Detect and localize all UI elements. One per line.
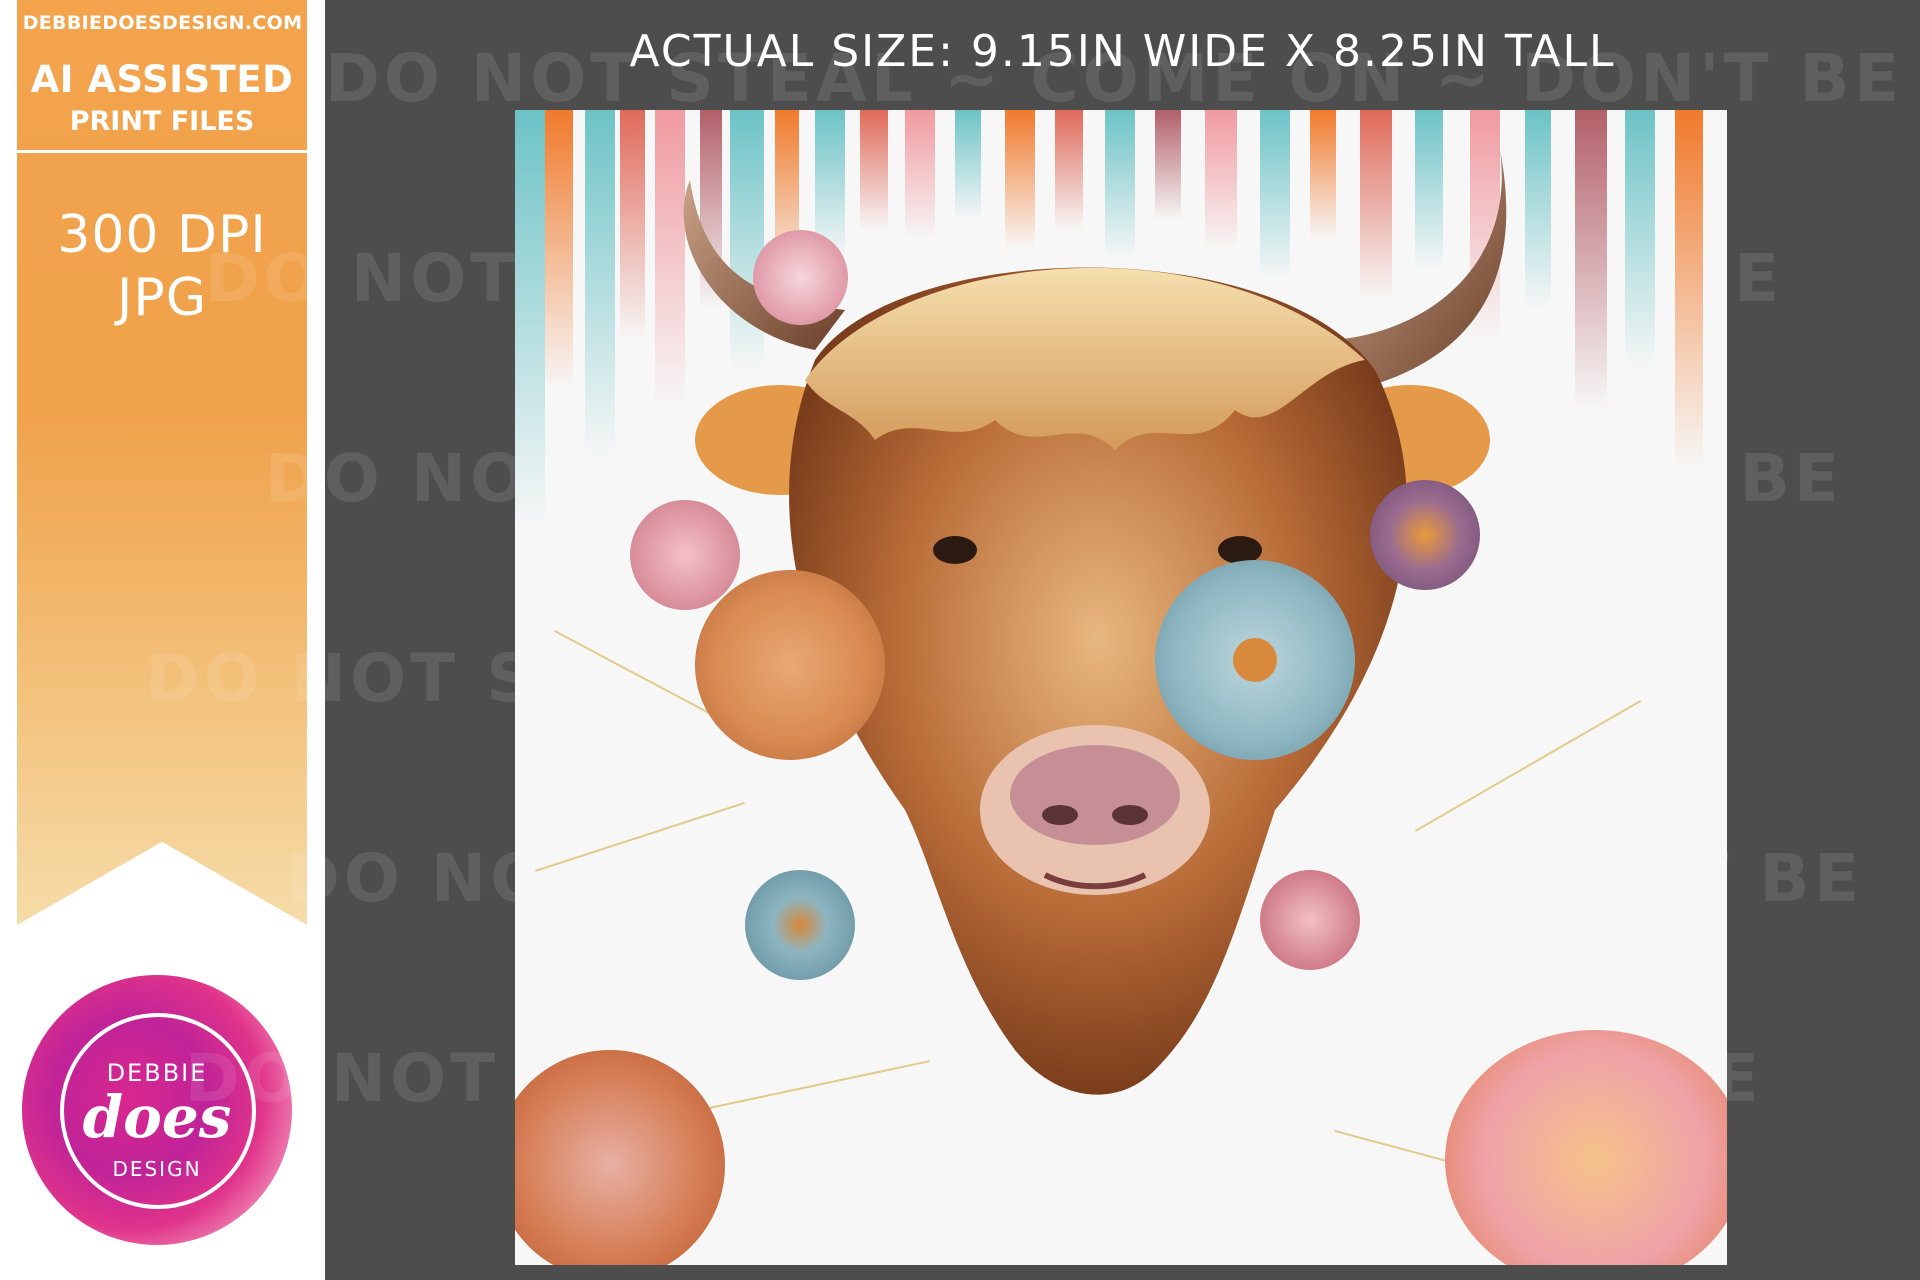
logo-text-bottom: DESIGN xyxy=(112,1157,202,1181)
badge-line-ai-assisted: AI ASSISTED xyxy=(30,58,294,101)
divider xyxy=(17,150,307,153)
size-title: ACTUAL SIZE: 9.15IN WIDE X 8.25IN TALL xyxy=(629,26,1616,77)
pink-flower xyxy=(630,500,740,610)
artwork-preview xyxy=(515,110,1727,1265)
blue-flower-small xyxy=(745,870,855,980)
orange-flower xyxy=(695,570,885,760)
promo-banner xyxy=(17,0,307,925)
badge-line-print-files: PRINT FILES xyxy=(69,106,255,137)
site-url: DEBBIEDOESDESIGN.COM xyxy=(22,12,303,34)
purple-flower xyxy=(1370,480,1480,590)
pink-flower-small xyxy=(1260,870,1360,970)
pink-flower-top xyxy=(753,230,848,325)
